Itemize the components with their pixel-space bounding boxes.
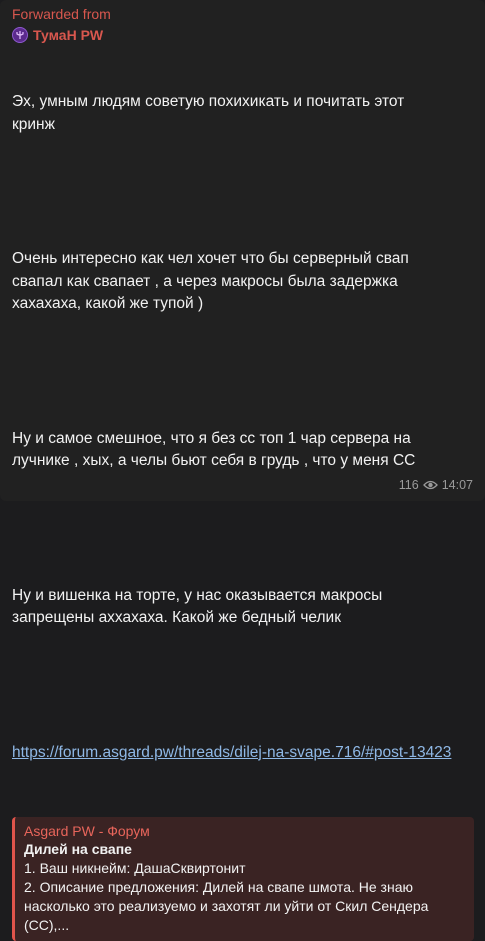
message-text: Эх, умным людям советую похихикать и поч…: [12, 46, 473, 809]
message-bubble: Forwarded from ТумаН PW Эх, умным людям …: [0, 0, 485, 941]
preview-description: 1. Ваш никнейм: ДашаСквиртонит 2. Описан…: [24, 860, 429, 933]
preview-site-name: Asgard PW - Форум: [24, 823, 150, 839]
channel-name[interactable]: ТумаН PW: [33, 27, 103, 43]
channel-avatar[interactable]: [12, 27, 28, 43]
preview-title: Дилей на свапе: [24, 841, 132, 857]
forwarded-label: Forwarded from: [12, 6, 111, 22]
message-time: 14:07: [441, 478, 473, 492]
paragraph: Ну и самое смешное, что я без сс топ 1 ч…: [12, 429, 416, 470]
forum-link[interactable]: https://forum.asgard.pw/threads/dilej-na…: [12, 742, 452, 765]
message-meta: 116 14:07: [399, 478, 473, 492]
eye-icon: [422, 480, 438, 490]
view-count: 116: [398, 478, 419, 492]
paragraph: Ну и вишенка на торте, у нас оказывается…: [12, 586, 383, 627]
paragraph: Очень интересно как чел хочет что бы сер…: [12, 250, 409, 312]
forward-source[interactable]: ТумаН PW: [12, 26, 473, 44]
link-preview[interactable]: Asgard PW - Форум Дилей на свапе 1. Ваш …: [12, 817, 474, 941]
trident-icon: [16, 31, 24, 39]
paragraph: Эх, умным людям советую похихикать и поч…: [12, 93, 405, 133]
